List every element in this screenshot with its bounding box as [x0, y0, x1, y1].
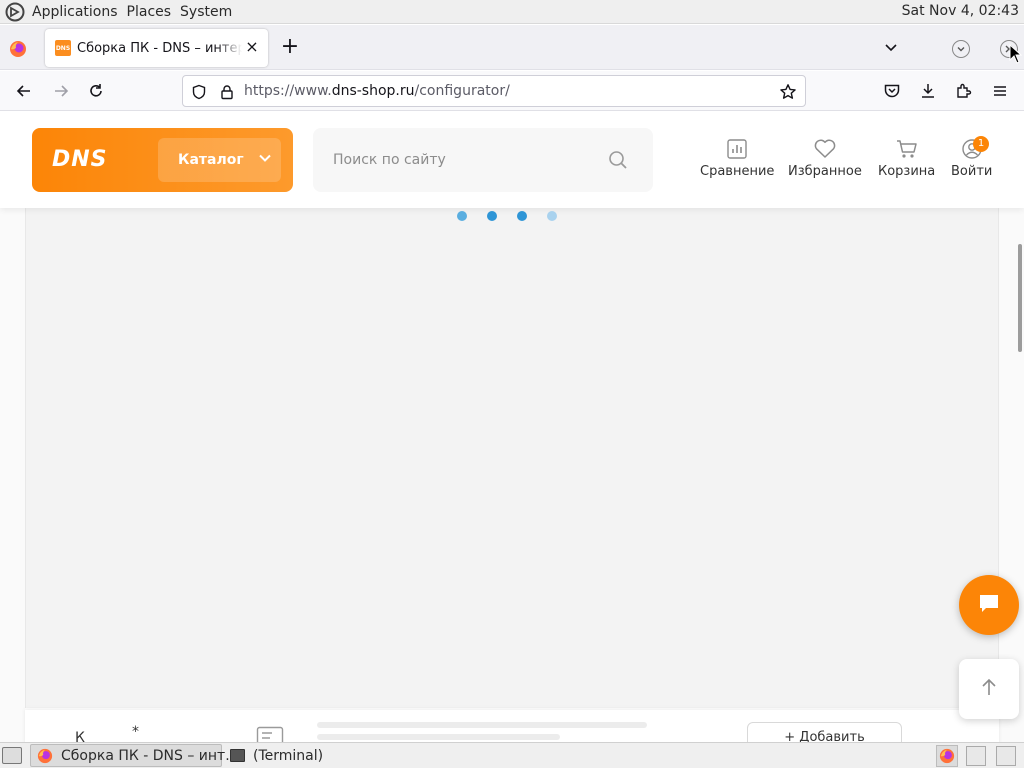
lock-icon[interactable]: [219, 84, 235, 104]
search-input[interactable]: Поиск по сайту: [313, 128, 653, 192]
taskbar-item-terminal[interactable]: (Terminal): [224, 744, 424, 767]
url-bar[interactable]: https://www.dns-shop.ru/configurator/: [182, 75, 806, 107]
configurator-loading-area: [25, 208, 999, 708]
system-menu[interactable]: System: [180, 4, 232, 20]
skeleton-line: [317, 722, 647, 728]
compare-label: Сравнение: [700, 164, 775, 179]
login-label: Войти: [951, 164, 993, 179]
distro-logo-icon[interactable]: [3, 0, 27, 24]
taskbar-item-label: Сборка ПК - DNS – инт...: [61, 747, 239, 764]
logo-block: DNS Каталог: [32, 128, 293, 192]
tab-strip: DNS Сборка ПК - DNS – интернет магазин ×…: [0, 25, 1024, 70]
component-document-icon: [256, 726, 284, 742]
loading-dot: [487, 211, 497, 221]
notification-badge: 1: [973, 136, 989, 152]
navigation-toolbar: https://www.dns-shop.ru/configurator/: [0, 71, 1024, 111]
left-gutter: [0, 208, 25, 742]
component-row: К * + Добавить: [25, 710, 999, 742]
dns-favicon-icon: DNS: [55, 40, 71, 56]
applications-menu[interactable]: Applications: [32, 4, 118, 20]
compare-icon: [726, 136, 748, 162]
web-page: DNS Каталог Поиск по сайту Сравнение Изб…: [0, 112, 1024, 742]
terminal-icon: [230, 749, 245, 762]
taskbar-item-firefox[interactable]: Сборка ПК - DNS – инт...: [30, 744, 239, 767]
cart-link[interactable]: Корзина: [878, 136, 935, 179]
firefox-view-icon[interactable]: [7, 38, 29, 60]
cart-label: Корзина: [878, 164, 936, 179]
workspace-1[interactable]: [966, 746, 986, 766]
required-mark: *: [132, 724, 139, 740]
tray-firefox-icon[interactable]: [936, 745, 958, 767]
search-placeholder: Поиск по сайту: [333, 152, 446, 168]
skeleton-line: [317, 734, 560, 740]
chevron-down-icon: [258, 151, 272, 169]
component-category-label: К: [75, 730, 85, 742]
site-header: DNS Каталог Поиск по сайту Сравнение Изб…: [0, 112, 1024, 208]
loading-dot: [457, 211, 467, 221]
compare-link[interactable]: Сравнение: [700, 136, 774, 179]
chat-icon: [977, 592, 1001, 618]
page-scrollbar-thumb[interactable]: [1018, 244, 1022, 352]
loading-dot: [517, 211, 527, 221]
tab-title: Сборка ПК - DNS – интернет магазин: [77, 40, 242, 56]
loading-indicator: [457, 211, 567, 223]
dns-logo[interactable]: DNS: [52, 147, 108, 172]
catalog-button[interactable]: Каталог: [158, 138, 281, 182]
minimize-window-icon[interactable]: [952, 40, 970, 58]
chat-button[interactable]: [959, 575, 1019, 635]
places-menu[interactable]: Places: [127, 4, 172, 20]
tab-active[interactable]: DNS Сборка ПК - DNS – интернет магазин ×: [45, 29, 268, 67]
taskbar-item-label: (Terminal): [253, 747, 324, 764]
heart-icon: [813, 136, 837, 162]
list-all-tabs-icon[interactable]: [883, 40, 899, 56]
search-icon[interactable]: [608, 150, 628, 174]
url-text: https://www.dns-shop.ru/configurator/: [244, 83, 510, 99]
add-component-button[interactable]: + Добавить: [747, 722, 902, 742]
show-desktop-icon[interactable]: [2, 747, 22, 764]
mouse-cursor-icon: [1009, 43, 1023, 68]
downloads-icon[interactable]: [918, 81, 938, 101]
app-menu-icon[interactable]: [990, 81, 1010, 101]
pocket-icon[interactable]: [882, 81, 902, 101]
new-tab-button[interactable]: +: [280, 36, 300, 58]
top-panel: Applications Places System Sat Nov 4, 02…: [0, 0, 1024, 24]
back-icon[interactable]: [14, 81, 34, 101]
cart-icon: [895, 136, 919, 162]
reload-icon[interactable]: [86, 81, 106, 101]
bottom-taskbar: Сборка ПК - DNS – инт... (Terminal): [0, 742, 1024, 768]
arrow-up-icon: [980, 677, 998, 701]
favorites-link[interactable]: Избранное: [788, 136, 862, 179]
scroll-to-top-button[interactable]: [959, 659, 1019, 719]
tab-close-icon[interactable]: ×: [244, 39, 260, 55]
tracking-protection-icon[interactable]: [191, 84, 207, 104]
clock[interactable]: Sat Nov 4, 02:43: [902, 3, 1019, 19]
extensions-icon[interactable]: [954, 81, 974, 101]
catalog-label: Каталог: [178, 152, 244, 168]
workspace-2[interactable]: [996, 746, 1016, 766]
loading-dot: [547, 211, 557, 221]
forward-icon[interactable]: [51, 81, 71, 101]
favorites-label: Избранное: [788, 164, 862, 179]
bookmark-star-icon[interactable]: [779, 83, 797, 105]
firefox-icon: [37, 748, 53, 764]
